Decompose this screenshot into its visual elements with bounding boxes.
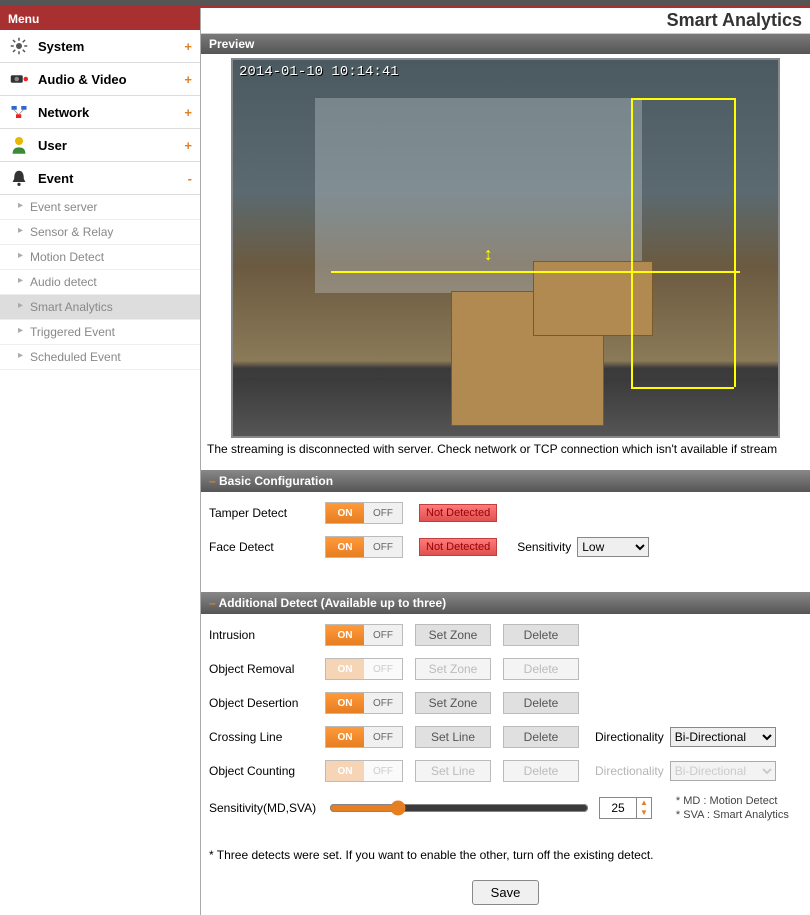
intrusion-toggle[interactable]: ONOFF bbox=[325, 624, 403, 646]
sidebar: Menu System + Audio & Video + Network + … bbox=[0, 8, 200, 915]
object-counting-label: Object Counting bbox=[209, 764, 319, 778]
object-counting-delete-button: Delete bbox=[503, 760, 579, 782]
face-sensitivity-select[interactable]: Low bbox=[577, 537, 649, 557]
tamper-detect-label: Tamper Detect bbox=[209, 506, 319, 520]
counting-directionality-label: Directionality bbox=[595, 764, 664, 778]
face-toggle[interactable]: ON OFF bbox=[325, 536, 403, 558]
sidebar-item-audio-detect[interactable]: Audio detect bbox=[0, 270, 200, 295]
menu-item-system[interactable]: System + bbox=[0, 30, 200, 63]
crossing-line-toggle[interactable]: ONOFF bbox=[325, 726, 403, 748]
intrusion-setzone-button[interactable]: Set Zone bbox=[415, 624, 491, 646]
bell-icon bbox=[8, 169, 30, 187]
intrusion-label: Intrusion bbox=[209, 628, 319, 642]
sensitivity-spinner[interactable]: ▲▼ bbox=[599, 797, 652, 819]
sidebar-item-scheduled-event[interactable]: Scheduled Event bbox=[0, 345, 200, 370]
object-removal-label: Object Removal bbox=[209, 662, 319, 676]
menu-item-label: Audio & Video bbox=[38, 72, 127, 87]
object-desertion-delete-button[interactable]: Delete bbox=[503, 692, 579, 714]
sensitivity-label: Sensitivity(MD,SVA) bbox=[209, 801, 319, 815]
sidebar-item-smart-analytics[interactable]: Smart Analytics bbox=[0, 295, 200, 320]
crossing-line-delete-button[interactable]: Delete bbox=[503, 726, 579, 748]
crossing-line-label: Crossing Line bbox=[209, 730, 319, 744]
sidebar-item-sensor-relay[interactable]: Sensor & Relay bbox=[0, 220, 200, 245]
object-removal-delete-button: Delete bbox=[503, 658, 579, 680]
menu-item-user[interactable]: User + bbox=[0, 129, 200, 162]
legend-sva: * SVA : Smart Analytics bbox=[676, 808, 789, 822]
menu-item-label: System bbox=[38, 39, 84, 54]
crossing-directionality-label: Directionality bbox=[595, 730, 664, 744]
preview-header: Preview bbox=[201, 34, 810, 54]
object-counting-setline-button: Set Line bbox=[415, 760, 491, 782]
intrusion-delete-button[interactable]: Delete bbox=[503, 624, 579, 646]
tamper-toggle[interactable]: ON OFF bbox=[325, 502, 403, 524]
timestamp-overlay: 2014-01-10 10:14:41 bbox=[239, 64, 399, 80]
save-button[interactable]: Save bbox=[472, 880, 540, 905]
gear-icon bbox=[8, 37, 30, 55]
sensitivity-slider[interactable] bbox=[329, 800, 589, 816]
crossing-directionality-select[interactable]: Bi-Directional bbox=[670, 727, 776, 747]
menu-item-audio-video[interactable]: Audio & Video + bbox=[0, 63, 200, 96]
stream-error-text: The streaming is disconnected with serve… bbox=[201, 440, 810, 458]
crossing-line-setline-button[interactable]: Set Line bbox=[415, 726, 491, 748]
face-sensitivity-label: Sensitivity bbox=[517, 540, 571, 554]
preview-video: 2014-01-10 10:14:41 ↕ bbox=[231, 58, 780, 438]
user-icon bbox=[8, 136, 30, 154]
spin-down-icon[interactable]: ▼ bbox=[637, 808, 651, 818]
object-desertion-label: Object Desertion bbox=[209, 696, 319, 710]
content-pane: Smart Analytics Preview 2014-01-10 10:14… bbox=[200, 8, 810, 915]
sidebar-item-motion-detect[interactable]: Motion Detect bbox=[0, 245, 200, 270]
menu-item-event[interactable]: Event - bbox=[0, 162, 200, 195]
sensitivity-input[interactable] bbox=[600, 801, 636, 815]
page-title: Smart Analytics bbox=[201, 8, 810, 34]
counting-directionality-select: Bi-Directional bbox=[670, 761, 776, 781]
face-status: Not Detected bbox=[419, 538, 497, 556]
expand-icon: + bbox=[184, 138, 192, 153]
expand-icon: + bbox=[184, 39, 192, 54]
legend-md: * MD : Motion Detect bbox=[676, 794, 789, 808]
menu-item-label: Network bbox=[38, 105, 89, 120]
sidebar-item-event-server[interactable]: Event server bbox=[0, 195, 200, 220]
object-desertion-setzone-button[interactable]: Set Zone bbox=[415, 692, 491, 714]
top-separator bbox=[0, 0, 810, 8]
additional-detect-header: Additional Detect (Available up to three… bbox=[201, 592, 810, 614]
menu-item-network[interactable]: Network + bbox=[0, 96, 200, 129]
spin-up-icon[interactable]: ▲ bbox=[637, 798, 651, 808]
network-icon bbox=[8, 103, 30, 121]
camera-icon bbox=[8, 70, 30, 88]
object-counting-toggle[interactable]: ONOFF bbox=[325, 760, 403, 782]
tamper-status: Not Detected bbox=[419, 504, 497, 522]
face-detect-label: Face Detect bbox=[209, 540, 319, 554]
expand-icon: + bbox=[184, 105, 192, 120]
collapse-icon: - bbox=[188, 171, 192, 186]
three-detects-note: * Three detects were set. If you want to… bbox=[201, 844, 810, 876]
menu-header: Menu bbox=[0, 8, 200, 30]
object-desertion-toggle[interactable]: ONOFF bbox=[325, 692, 403, 714]
object-removal-setzone-button: Set Zone bbox=[415, 658, 491, 680]
object-removal-toggle[interactable]: ONOFF bbox=[325, 658, 403, 680]
expand-icon: + bbox=[184, 72, 192, 87]
menu-item-label: Event bbox=[38, 171, 73, 186]
sidebar-item-triggered-event[interactable]: Triggered Event bbox=[0, 320, 200, 345]
menu-item-label: User bbox=[38, 138, 67, 153]
basic-config-header: Basic Configuration bbox=[201, 470, 810, 492]
